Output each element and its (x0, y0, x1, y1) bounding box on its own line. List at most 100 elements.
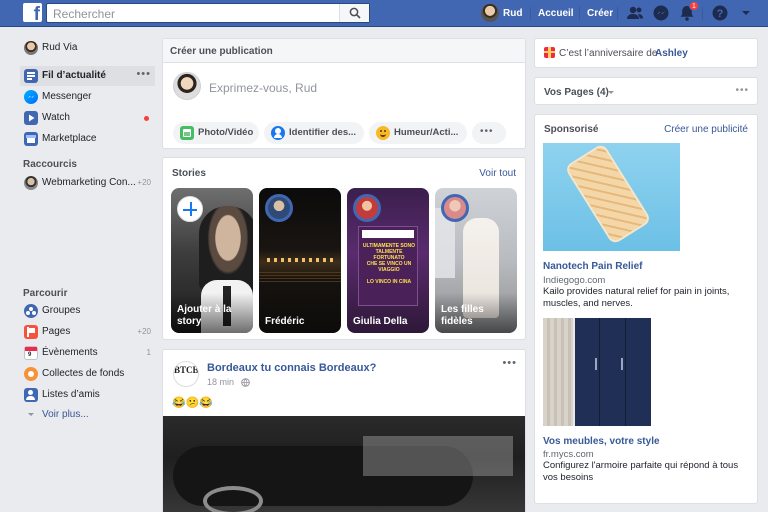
notifications-badge: 1 (689, 1, 699, 11)
story-lights (267, 258, 333, 262)
watch-icon (24, 111, 38, 125)
pill-label: Humeur/Acti... (394, 127, 459, 138)
sidebar-item-label: Évènements (42, 347, 98, 358)
avatar (353, 194, 381, 222)
sidebar-profile[interactable]: Rud Via (20, 38, 155, 58)
add-to-story-card[interactable]: Ajouter à la story (171, 188, 253, 333)
pill-label: Photo/Vidéo (198, 127, 254, 138)
sidebar-item-label: Groupes (42, 305, 81, 316)
composer-header: Créer une publication (163, 39, 525, 63)
story-card[interactable]: Frédéric (259, 188, 341, 333)
fundraiser-icon (24, 367, 38, 381)
chevron-down-icon[interactable] (737, 4, 755, 22)
birthday-text: C’est l’anniversaire de (559, 48, 658, 59)
sidebar-shortcut[interactable]: Webmarketing Con... +20 (20, 173, 155, 193)
story-meme: ULTIMAMENTE SONO TALMENTE FORTUNATO CHE … (358, 226, 418, 306)
ad-wardrobe (575, 318, 651, 426)
facebook-logo[interactable]: f (23, 3, 42, 25)
add-story-button[interactable] (177, 196, 203, 222)
tag-friends-button[interactable]: Identifier des... (264, 122, 364, 144)
see-all-stories-link[interactable]: Voir tout (479, 168, 516, 179)
sidebar-item-groups[interactable]: Groupes (20, 301, 155, 321)
ad-description: Configurez l'armoire parfaite qui répond… (543, 460, 739, 483)
story-meme-header (362, 230, 414, 238)
ad-title-link[interactable]: Nanotech Pain Relief (543, 261, 642, 272)
photo-video-button[interactable]: Photo/Vidéo (173, 122, 259, 144)
avatar[interactable]: BTCB (173, 361, 199, 387)
photo-icon (180, 126, 194, 140)
search-button[interactable] (339, 4, 369, 22)
story-card[interactable]: Les filles fidèles (435, 188, 517, 333)
home-link[interactable]: Accueil (538, 8, 574, 19)
more-options-icon[interactable]: ••• (136, 68, 151, 80)
ad-image[interactable] (543, 143, 680, 251)
ad-title-link[interactable]: Vos meubles, votre style (543, 436, 660, 447)
sidebar-item-label: Collectes de fonds (42, 368, 125, 379)
create-link[interactable]: Créer (587, 8, 613, 19)
post-text: 😂😕😂 (172, 397, 214, 409)
post-author-link[interactable]: Bordeaux tu connais Bordeaux? (207, 362, 376, 374)
search-placeholder: Rechercher (53, 7, 116, 21)
ad-url: Indiegogo.com (543, 275, 606, 286)
friend-requests-icon[interactable] (626, 4, 644, 22)
calendar-icon: 9 (24, 346, 38, 360)
birthday-name-link[interactable]: Ashley (655, 48, 688, 59)
avatar (24, 176, 38, 190)
sidebar-item-friend-lists[interactable]: Listes d’amis (20, 385, 155, 405)
friend-list-icon (24, 388, 38, 402)
birthday-card[interactable]: C’est l’anniversaire de Ashley (534, 38, 758, 68)
sidebar-item-label: Pages (42, 326, 71, 337)
feeling-activity-button[interactable]: Humeur/Acti... (369, 122, 467, 144)
sidebar-item-pages[interactable]: Pages +20 (20, 322, 155, 342)
see-more-link[interactable]: Voir plus... (20, 405, 155, 425)
marketplace-icon (24, 132, 38, 146)
post-composer: Créer une publication Exprimez-vous, Rud… (162, 38, 526, 149)
sponsored-card: Sponsorisé Créer une publicité Nanotech … (534, 114, 758, 504)
composer-input[interactable]: Exprimez-vous, Rud (209, 81, 317, 95)
more-options-button[interactable]: ••• (472, 122, 506, 144)
avatar (173, 72, 201, 100)
stories-title: Stories (172, 168, 206, 179)
your-pages-title[interactable]: Vos Pages (4) (544, 87, 609, 98)
pages-count: +20 (137, 327, 151, 336)
avatar (265, 194, 293, 222)
more-options-icon: ••• (480, 126, 494, 137)
sidebar-item-news-feed[interactable]: Fil d’actualité ••• (20, 66, 155, 86)
shortcuts-heading: Raccourcis (23, 159, 77, 170)
stories-card: Stories Voir tout Ajouter à la story Fré… (162, 157, 526, 340)
news-feed-icon (24, 69, 38, 83)
more-options-icon[interactable]: ••• (735, 85, 749, 96)
search-input[interactable]: Rechercher (46, 3, 370, 23)
sidebar-item-marketplace[interactable]: Marketplace (20, 129, 155, 149)
ad-image[interactable] (543, 318, 651, 426)
your-pages-card: Vos Pages (4) ••• (534, 77, 758, 105)
post-timestamp[interactable]: 18 min (207, 377, 234, 387)
search-icon (349, 7, 361, 19)
post-options-icon[interactable]: ••• (502, 357, 517, 369)
tag-people-icon (271, 126, 285, 140)
chevron-down-icon (28, 413, 34, 416)
create-ad-link[interactable]: Créer une publicité (664, 124, 748, 135)
sidebar-item-fundraisers[interactable]: Collectes de fonds (20, 364, 155, 384)
sidebar-item-watch[interactable]: Watch (20, 108, 155, 128)
top-navigation-bar: f Rechercher Rud Accueil Créer 1 ? (0, 0, 768, 27)
logo-glyph: f (33, 4, 40, 25)
chevron-down-icon[interactable] (607, 89, 615, 97)
story-card[interactable]: ULTIMAMENTE SONO TALMENTE FORTUNATO CHE … (347, 188, 429, 333)
sidebar-item-label: Messenger (42, 91, 92, 102)
help-icon[interactable]: ? (711, 4, 729, 22)
groups-icon (24, 304, 38, 318)
story-meme-line: LO VINCO IN CINA (366, 279, 412, 285)
profile-name: Rud (503, 8, 523, 19)
post-photo[interactable] (163, 416, 525, 512)
sidebar-item-messenger[interactable]: Messenger (20, 87, 155, 107)
gift-icon (544, 47, 555, 58)
sidebar-item-events[interactable]: 9 Évènements 1 (20, 343, 155, 363)
pill-label: Identifier des... (289, 127, 357, 138)
sidebar-item-label: Watch (42, 112, 70, 123)
messenger-icon[interactable] (652, 4, 670, 22)
divider (617, 7, 618, 20)
divider (702, 7, 703, 20)
story-label: Giulia Della (353, 316, 408, 327)
pages-flag-icon (24, 325, 38, 339)
